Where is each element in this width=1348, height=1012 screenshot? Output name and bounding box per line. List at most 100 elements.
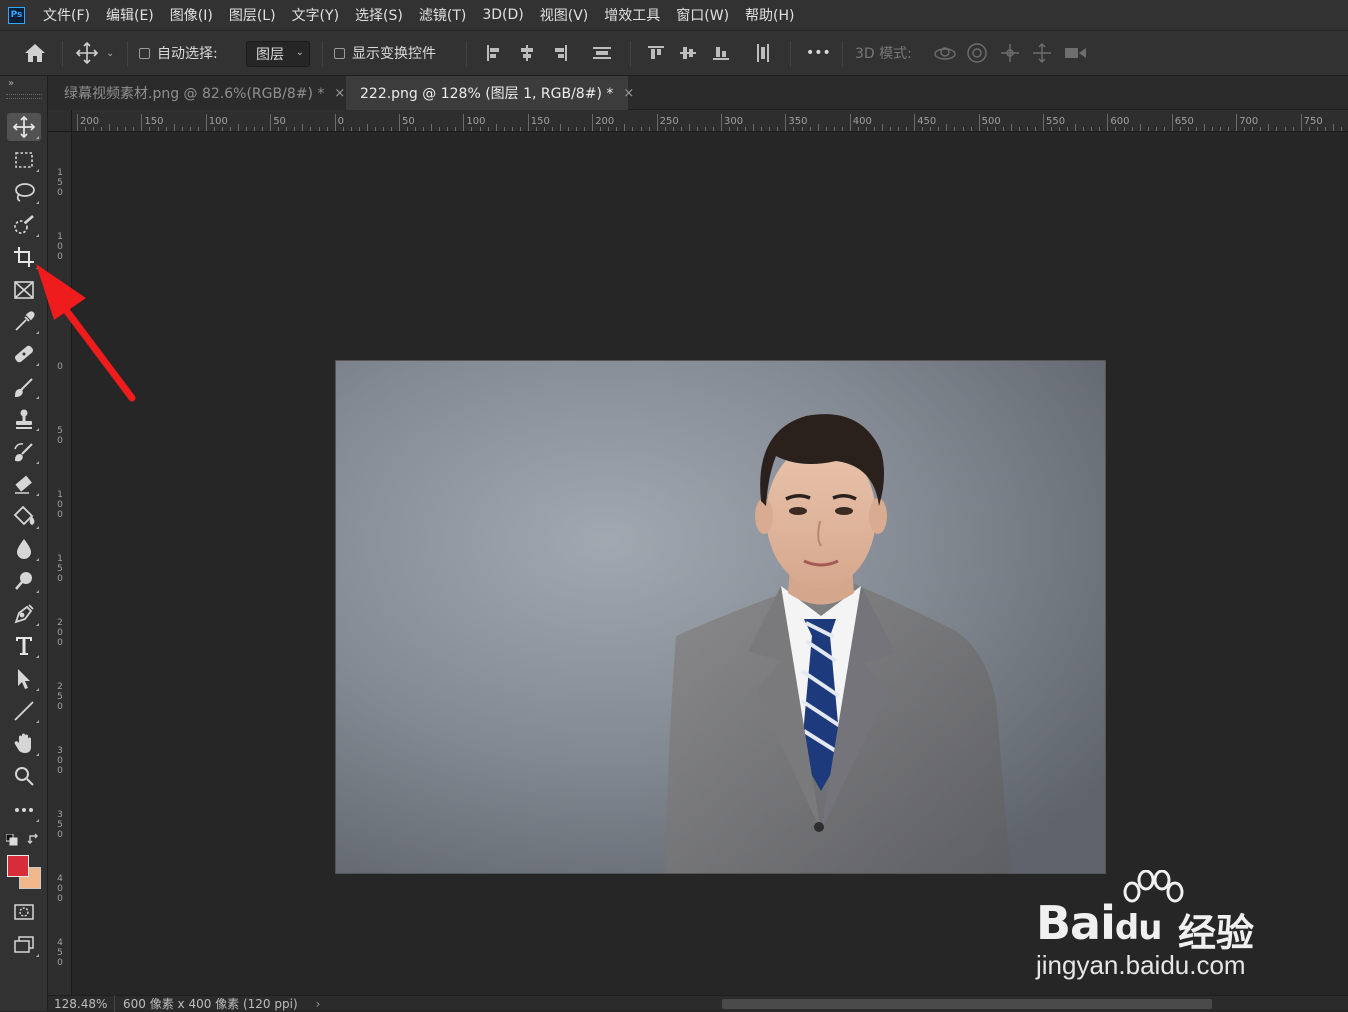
marquee-tool-icon[interactable] — [7, 146, 41, 174]
path-selection-tool-icon[interactable] — [7, 665, 41, 693]
vertical-ruler[interactable]: 150 100 0 50 100 150 200 250 300 350 400 450 — [48, 110, 72, 995]
menu-file[interactable]: 文件(F) — [35, 5, 98, 25]
3d-pan-icon[interactable] — [998, 31, 1022, 75]
move-tool-icon[interactable] — [7, 113, 41, 141]
ruler-minor-tick — [1034, 127, 1036, 131]
baidu-watermark: Baidu 经验 jingyan.baidu.com — [1030, 866, 1290, 986]
menu-type[interactable]: 文字(Y) — [284, 5, 347, 25]
align-left-icon[interactable] — [484, 31, 504, 75]
toolbar-grip[interactable] — [6, 94, 42, 99]
menu-3d[interactable]: 3D(D) — [474, 7, 531, 23]
more-tools-icon[interactable] — [7, 796, 41, 824]
tab-document-1[interactable]: 绿幕视频素材.png @ 82.6%(RGB/8#) * × — [48, 76, 346, 110]
menu-plugins[interactable]: 增效工具 — [596, 5, 668, 25]
close-tab-2-icon[interactable]: × — [623, 86, 634, 101]
line-tool-icon[interactable] — [7, 697, 41, 725]
ruler-minor-tick — [551, 127, 553, 131]
menu-image[interactable]: 图像(I) — [162, 5, 221, 25]
move-tool-preset-icon[interactable]: ⌄ — [74, 31, 114, 75]
blur-tool-icon[interactable] — [7, 535, 41, 563]
ruler-minor-tick — [608, 127, 610, 131]
ruler-minor-tick — [109, 124, 111, 131]
crop-tool-icon[interactable] — [7, 243, 41, 271]
default-colors-icon[interactable] — [5, 833, 18, 846]
quick-select-tool-icon[interactable] — [7, 211, 41, 239]
distribute-horizontal-icon[interactable] — [753, 31, 773, 75]
3d-roll-icon[interactable] — [965, 31, 989, 75]
ruler-tick — [399, 114, 400, 131]
ruler-tick — [205, 114, 207, 131]
hand-tool-icon[interactable] — [7, 730, 41, 758]
align-bottom-icon[interactable] — [711, 31, 731, 75]
3d-slide-icon[interactable] — [1030, 31, 1054, 75]
more-options-button[interactable]: ••• — [806, 45, 831, 61]
ruler-minor-tick — [125, 127, 127, 131]
menu-window[interactable]: 窗口(W) — [668, 5, 737, 25]
frame-tool-icon[interactable] — [7, 276, 41, 304]
type-tool-icon[interactable] — [7, 632, 41, 660]
menu-layer[interactable]: 图层(L) — [221, 5, 284, 25]
menu-select[interactable]: 选择(S) — [347, 5, 411, 25]
3d-orbit-icon[interactable] — [932, 31, 958, 75]
show-transform-checkbox[interactable] — [334, 47, 345, 59]
ruler-minor-tick — [1244, 127, 1246, 131]
lasso-tool-icon[interactable] — [7, 178, 41, 206]
foreground-color-swatch[interactable] — [7, 855, 29, 877]
pen-tool-icon[interactable] — [7, 600, 41, 628]
ruler-minor-tick — [1252, 127, 1254, 131]
horizontal-ruler[interactable]: 200 150 100 50 0 50 100 150 200 250 300 350 400 450 50… — [72, 110, 1348, 132]
ruler-minor-tick — [737, 127, 739, 131]
horizontal-scrollbar[interactable] — [722, 999, 1212, 1009]
dodge-tool-icon[interactable] — [7, 567, 41, 595]
ruler-label: 300 — [724, 116, 744, 127]
3d-camera-icon[interactable] — [1063, 31, 1089, 75]
home-icon[interactable] — [22, 31, 48, 75]
clone-stamp-tool-icon[interactable] — [7, 405, 41, 433]
chevron-down-icon: ⌄ — [295, 47, 304, 58]
auto-select-checkbox[interactable] — [139, 47, 150, 59]
ruler-label: 400 — [852, 116, 872, 127]
auto-select-dropdown[interactable]: 图层 ⌄ — [246, 41, 310, 67]
ruler-minor-tick — [680, 127, 682, 131]
ruler-label: 350 — [57, 810, 63, 840]
paint-bucket-tool-icon[interactable] — [7, 503, 41, 531]
ruler-label: 0 — [57, 362, 63, 372]
eyedropper-tool-icon[interactable] — [7, 308, 41, 336]
menu-edit[interactable]: 编辑(E) — [98, 5, 162, 25]
expand-panel-icon[interactable]: » — [8, 78, 14, 89]
ruler-label: 150 — [144, 116, 164, 127]
swap-colors-icon[interactable] — [27, 832, 41, 846]
ruler-minor-tick — [890, 127, 892, 131]
menu-help[interactable]: 帮助(H) — [737, 5, 802, 25]
ruler-minor-tick — [358, 127, 360, 131]
screen-mode-icon[interactable] — [7, 931, 41, 959]
ruler-minor-tick — [117, 127, 119, 131]
align-hcenter-icon[interactable] — [517, 31, 537, 75]
status-more-arrow[interactable]: › — [316, 997, 321, 1011]
zoom-tool-icon[interactable] — [7, 762, 41, 790]
app-logo[interactable]: Ps — [8, 6, 25, 24]
ruler-minor-tick — [310, 127, 312, 131]
ruler-origin[interactable] — [48, 110, 72, 132]
menu-view[interactable]: 视图(V) — [532, 5, 597, 25]
zoom-level[interactable]: 128.48% — [48, 997, 114, 1011]
distribute-vertical-icon[interactable] — [591, 31, 613, 75]
ruler-minor-tick — [479, 127, 481, 131]
tab-document-2[interactable]: 222.png @ 128% (图层 1, RGB/8#) * × — [346, 76, 634, 110]
history-brush-tool-icon[interactable] — [7, 438, 41, 466]
healing-brush-tool-icon[interactable] — [7, 340, 41, 368]
eraser-tool-icon[interactable] — [7, 470, 41, 498]
quick-mask-icon[interactable] — [7, 898, 41, 926]
close-tab-1-icon[interactable]: × — [334, 86, 345, 101]
document-canvas[interactable] — [335, 360, 1106, 874]
ruler-minor-tick — [181, 127, 183, 131]
document-info[interactable]: 600 像素 x 400 像素 (120 ppi) — [114, 995, 298, 1012]
align-vcenter-icon[interactable] — [678, 31, 698, 75]
brush-tool-icon[interactable] — [7, 373, 41, 401]
align-top-icon[interactable] — [646, 31, 666, 75]
ruler-minor-tick — [1163, 127, 1165, 131]
ruler-label: 750 — [1303, 116, 1323, 127]
menu-filter[interactable]: 滤镜(T) — [411, 5, 474, 25]
align-right-icon[interactable] — [550, 31, 570, 75]
ruler-minor-tick — [704, 127, 706, 131]
